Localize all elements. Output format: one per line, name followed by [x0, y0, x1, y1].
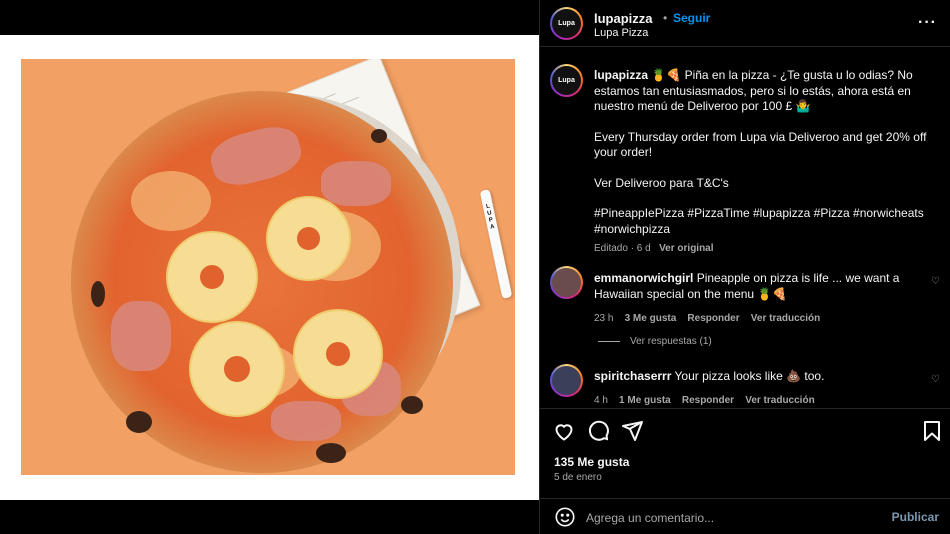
- more-horizontal-icon[interactable]: ···: [918, 14, 937, 32]
- separator-dot: •: [663, 11, 668, 25]
- heart-icon[interactable]: [552, 419, 576, 443]
- avatar-photo: [552, 366, 581, 395]
- emoji-icon[interactable]: [554, 506, 576, 528]
- reply-button[interactable]: Responder: [682, 395, 734, 406]
- comment-likes[interactable]: 3 Me gusta: [625, 313, 677, 324]
- caption-hashtags[interactable]: #PineappIePizza #PizzaTime #lupapizza #P…: [594, 206, 934, 237]
- caption-text-3: Ver Deliveroo para T&C's: [594, 175, 729, 190]
- avatar-logo: Lupa: [552, 9, 581, 38]
- comment-item: spiritchaserrr Your pizza looks like 💩 t…: [594, 369, 924, 408]
- translate-button[interactable]: Ver traducción: [751, 313, 820, 324]
- comment-avatar[interactable]: [550, 266, 583, 299]
- post-media: LUPA: [0, 0, 539, 534]
- pizza: [71, 91, 453, 473]
- comment-icon[interactable]: [586, 419, 610, 443]
- post-caption: lupapizza 🍍🍕 Piña en la pizza - ¿Te gust…: [594, 68, 934, 257]
- translate-button[interactable]: Ver traducción: [745, 395, 814, 406]
- comment-composer: Agrega un comentario... Publicar: [540, 498, 950, 534]
- comment-username[interactable]: spiritchaserrr: [594, 369, 671, 383]
- post-image-frame: LUPA: [0, 35, 539, 500]
- comment-like-icon[interactable]: ♡: [931, 276, 940, 287]
- see-original-link[interactable]: Ver original: [659, 243, 713, 254]
- comment-time: 4 h: [594, 394, 608, 406]
- pizza-photo[interactable]: LUPA: [21, 59, 515, 475]
- post-date: 5 de enero: [554, 472, 602, 483]
- avatar-photo: [552, 268, 581, 297]
- author-username[interactable]: lupapizza: [594, 11, 653, 26]
- comment-input[interactable]: Agrega un comentario...: [586, 511, 714, 525]
- author-subtitle: Lupa Pizza: [594, 27, 649, 39]
- comment-item: emmanorwichgirl Pineapple on pizza is li…: [594, 271, 924, 327]
- view-replies-label[interactable]: Ver respuestas (1): [630, 336, 712, 347]
- comment-time: 23 h: [594, 313, 614, 324]
- view-replies[interactable]: Ver respuestas (1): [598, 336, 712, 347]
- post-actions: 135 Me gusta 5 de enero: [540, 408, 950, 498]
- author-avatar[interactable]: Lupa: [550, 7, 583, 40]
- pen: LUPA: [479, 189, 513, 299]
- edited-label: Editado · 6 d: [594, 243, 651, 254]
- post-sidebar: Lupa lupapizza • Seguir Lupa Pizza ··· L…: [539, 0, 950, 534]
- post-header: Lupa lupapizza • Seguir Lupa Pizza ···: [540, 0, 950, 47]
- comment-text: Your pizza looks like 💩 too.: [674, 369, 825, 383]
- caption-username[interactable]: lupapizza: [594, 68, 648, 82]
- caption-avatar[interactable]: Lupa: [550, 64, 583, 97]
- comment-likes[interactable]: 1 Me gusta: [619, 395, 671, 406]
- comment-like-icon[interactable]: ♡: [931, 374, 940, 385]
- comment-username[interactable]: emmanorwichgirl: [594, 271, 693, 285]
- send-icon[interactable]: [620, 419, 644, 443]
- comment-avatar[interactable]: [550, 364, 583, 397]
- avatar-logo: Lupa: [552, 66, 581, 95]
- follow-button[interactable]: Seguir: [673, 11, 710, 25]
- bookmark-icon[interactable]: [920, 419, 944, 443]
- publish-button[interactable]: Publicar: [892, 510, 939, 524]
- reply-button[interactable]: Responder: [687, 313, 739, 324]
- likes-count[interactable]: 135 Me gusta: [554, 455, 629, 469]
- caption-text-2: Every Thursday order from Lupa via Deliv…: [594, 129, 927, 160]
